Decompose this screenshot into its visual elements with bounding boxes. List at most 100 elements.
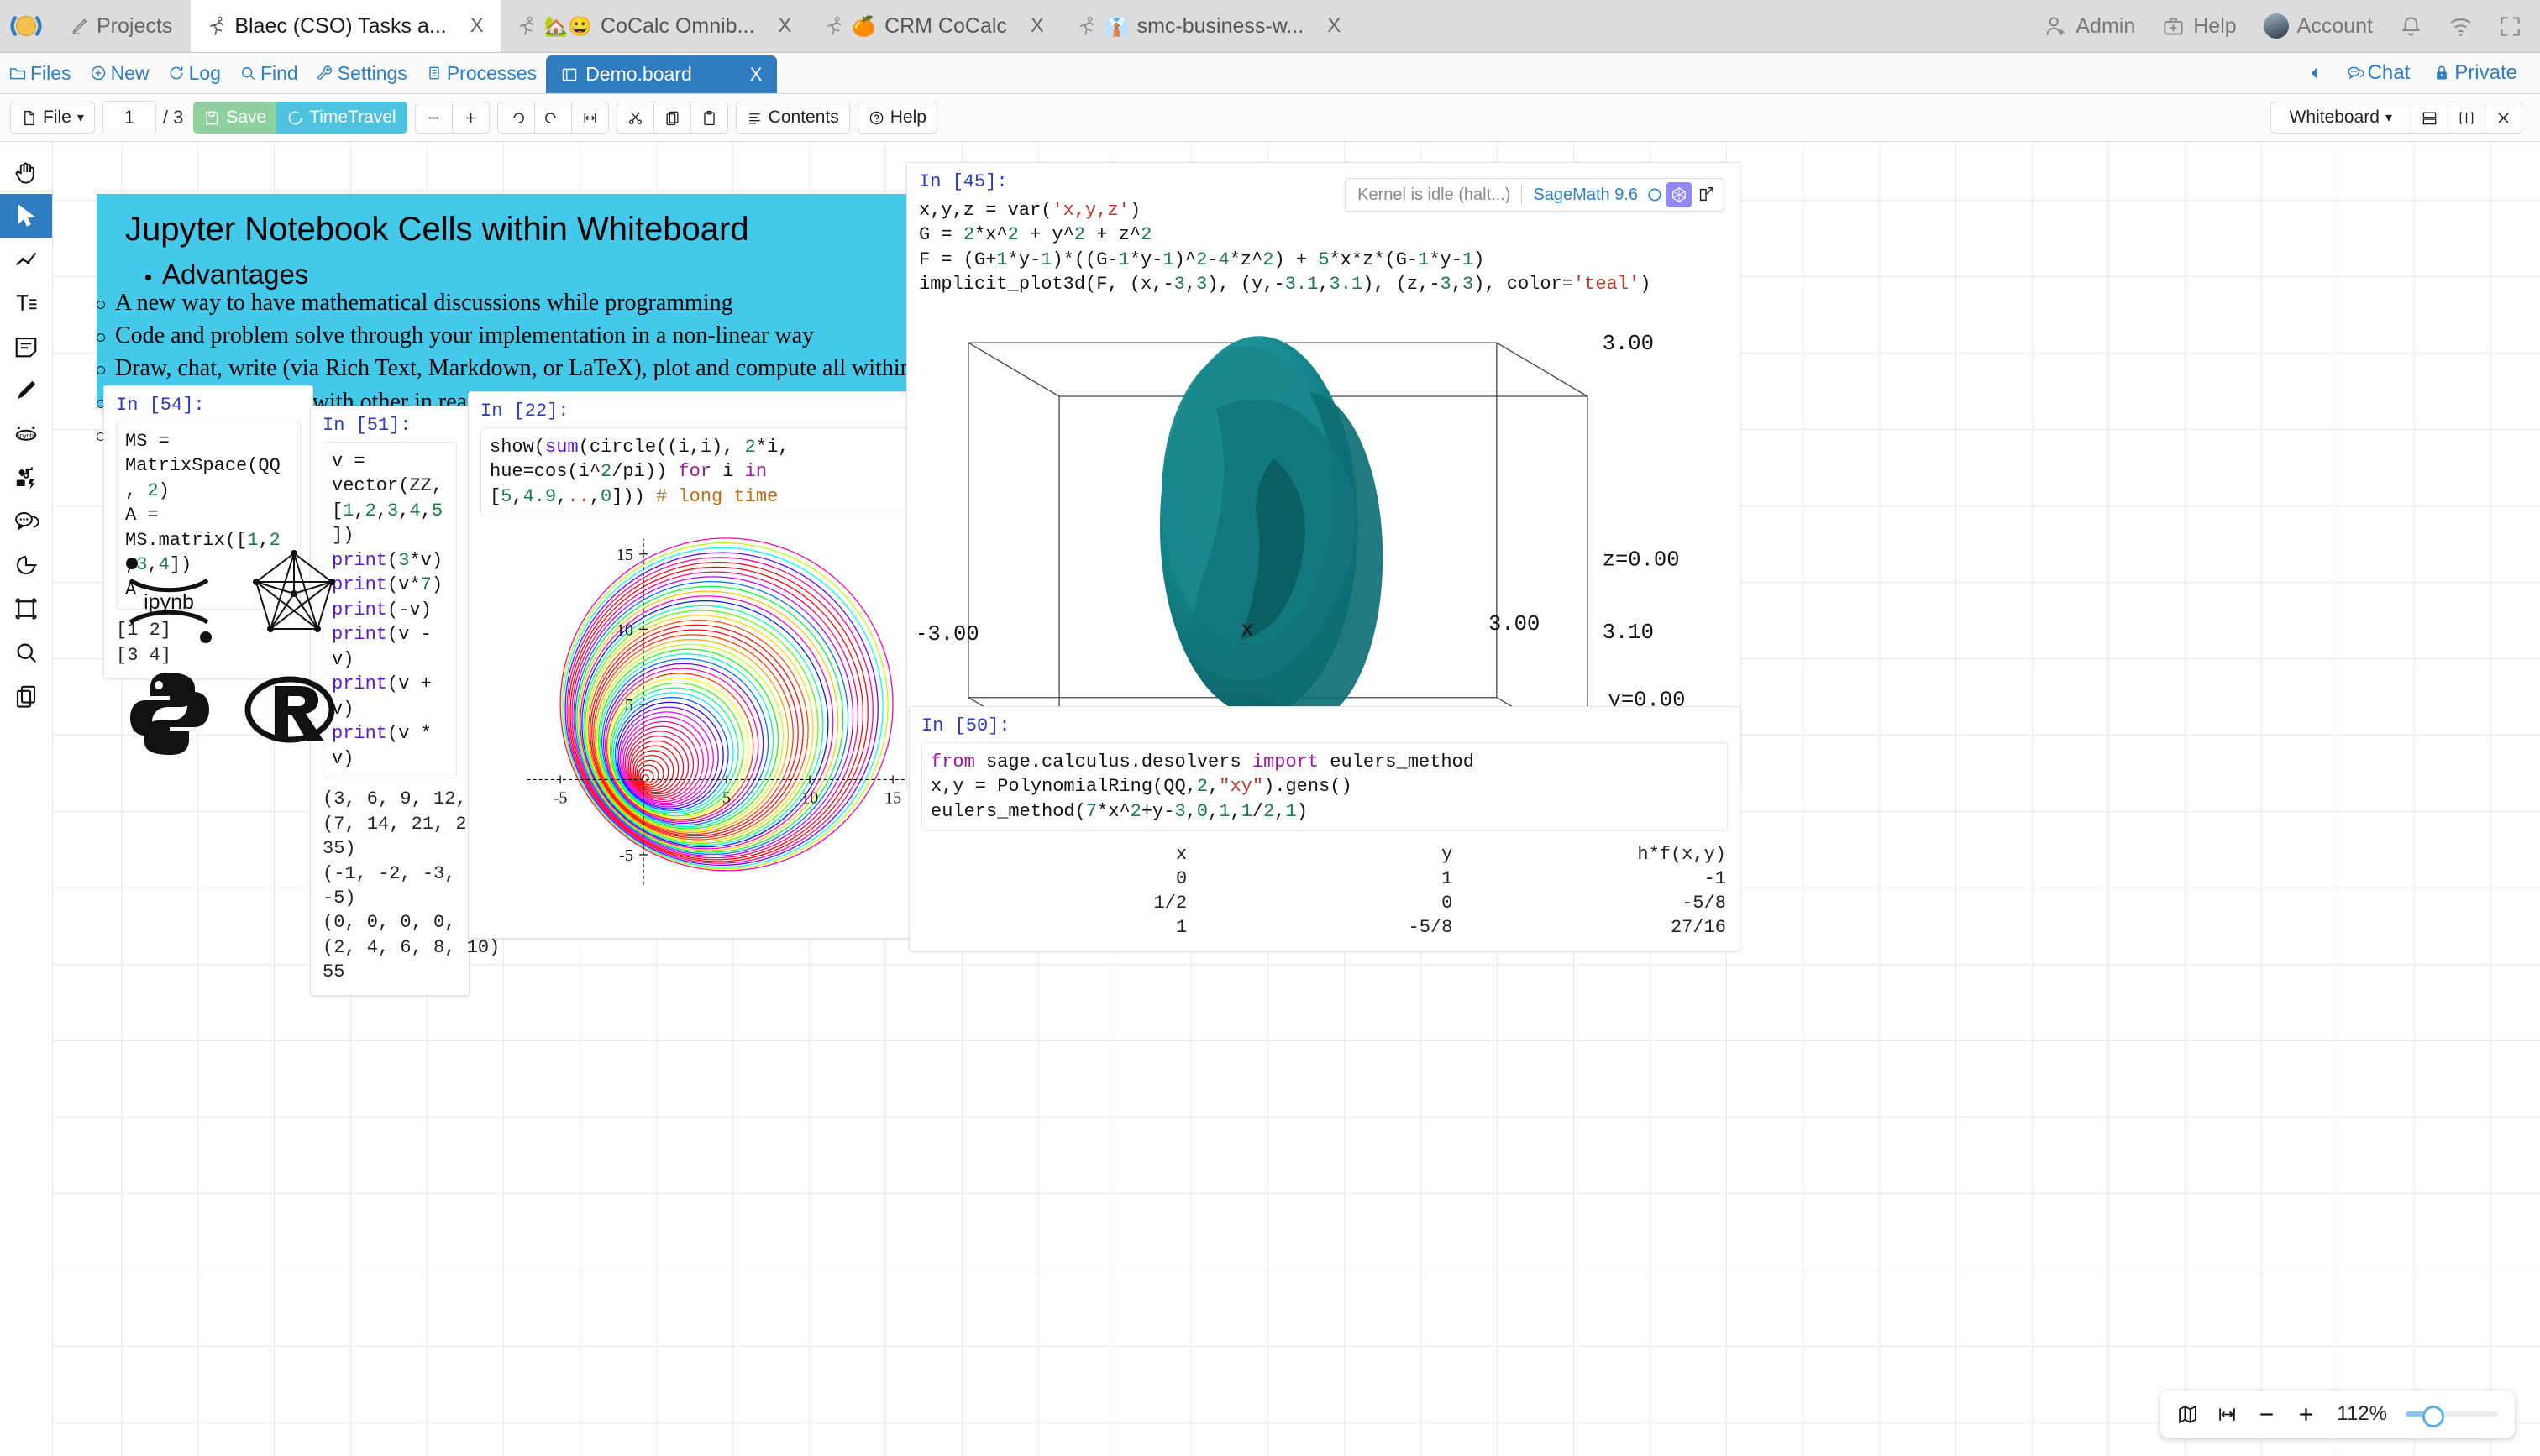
tool-cursor-icon[interactable] [0, 194, 52, 238]
cocalc-logo-icon[interactable] [0, 0, 52, 52]
map-button[interactable] [2177, 1404, 2198, 1425]
close-icon[interactable]: X [1327, 14, 1341, 38]
projects-button[interactable]: Projects [52, 0, 191, 52]
help-button-toolbar[interactable]: Help [858, 102, 937, 134]
project-item-files[interactable]: Files [0, 53, 81, 93]
fit-width-button[interactable] [571, 102, 609, 134]
contents-icon [747, 110, 763, 126]
jupyter-cell-50[interactable]: In [50]: from sage.calculus.desolvers im… [909, 706, 1740, 951]
page-number-input[interactable]: 1 [102, 101, 156, 134]
tool-hand-icon[interactable] [0, 150, 52, 194]
graph-logo[interactable] [244, 548, 344, 645]
svg-text:15: 15 [884, 789, 901, 808]
tool-timer-icon[interactable] [0, 543, 52, 587]
tool-note-icon[interactable] [0, 325, 52, 369]
zoom-in-button-canvas[interactable] [2296, 1404, 2317, 1425]
paste-button[interactable] [690, 102, 728, 134]
jupyter-cell-22[interactable]: In [22]: show(sum(circle((i,i), 2*i, hue… [468, 391, 934, 939]
whiteboard-canvas[interactable]: Jupyter Notebook Cells within Whiteboard… [53, 142, 2540, 1456]
scissors-icon [627, 110, 643, 126]
timetravel-button[interactable]: TimeTravel [276, 102, 407, 134]
project-item-settings[interactable]: Settings [307, 53, 417, 93]
sage-icon[interactable] [1666, 182, 1692, 207]
tool-frame-icon[interactable] [0, 587, 52, 631]
tool-pen-path-icon[interactable] [0, 238, 52, 281]
tool-duplicate-icon[interactable] [0, 674, 52, 718]
python-logo[interactable] [125, 669, 214, 762]
project-item-new[interactable]: New [81, 53, 159, 93]
fit-to-width-button[interactable] [2217, 1404, 2238, 1425]
zoom-slider-knob[interactable] [2422, 1406, 2444, 1427]
save-button[interactable]: Save [193, 102, 277, 134]
kernel-divider [1521, 185, 1522, 205]
topbar-tab-2[interactable]: 🍊 CRM CoCalc X [808, 0, 1061, 52]
project-item-find[interactable]: Find [230, 53, 307, 93]
file-menu-button[interactable]: File ▾ [10, 102, 95, 134]
whiteboard-tool-rail: ipynb [0, 142, 53, 1456]
external-link-icon[interactable] [1695, 184, 1717, 206]
logo-stickers: ipynb [118, 545, 404, 788]
tool-ipynb-icon[interactable]: ipynb [0, 412, 52, 456]
close-icon[interactable]: X [470, 14, 484, 38]
jupyter-cell-45[interactable]: In [45]: x,y,z = var('x,y,z') G = 2*x^2 … [906, 162, 1740, 787]
tool-pencil-icon[interactable] [0, 369, 52, 412]
redo-button[interactable] [534, 102, 572, 134]
svg-text:10: 10 [801, 789, 818, 808]
close-icon[interactable]: X [1031, 14, 1044, 38]
close-icon[interactable]: X [750, 64, 763, 86]
copy-button[interactable] [653, 102, 691, 134]
zoom-in-button[interactable] [452, 102, 490, 134]
chat-button[interactable]: Chat [2338, 61, 2420, 85]
kernel-name-label[interactable]: SageMath 9.6 [1525, 186, 1646, 205]
fit-width-icon [2217, 1404, 2238, 1425]
frame-icon [13, 596, 39, 621]
help-button[interactable]: Help [2149, 0, 2249, 52]
table-header-row: x y h*f(x,y) [923, 843, 1726, 866]
notifications-button[interactable] [2386, 0, 2436, 52]
tool-media-icon[interactable] [0, 456, 52, 500]
close-icon[interactable]: X [778, 14, 791, 38]
cell-hf: 27/16 [1454, 916, 1726, 939]
account-button[interactable]: Account [2250, 0, 2386, 52]
zoom-out-button-canvas[interactable] [2256, 1404, 2277, 1425]
caret-left-icon [2306, 65, 2323, 81]
topbar-tab-3[interactable]: 👔 smc-business-w... X [1061, 0, 1357, 52]
project-item-log[interactable]: Log [159, 53, 230, 93]
wifi-icon [2449, 15, 2472, 38]
close-frame-button[interactable] [2485, 102, 2522, 134]
col-header-y: y [1189, 843, 1452, 866]
kernel-status-label[interactable]: Kernel is idle (halt...) [1349, 186, 1519, 205]
implicit-plot3d[interactable]: 3.00 z=0.00 3.10 y=0.00 -3.10 -3.00 -3.0… [919, 306, 1728, 776]
timer-icon [13, 553, 39, 578]
split-vertical-button[interactable] [2448, 102, 2485, 134]
contents-button[interactable]: Contents [736, 102, 850, 134]
svg-text:-5: -5 [554, 789, 568, 808]
cell-source[interactable]: show(sum(circle((i,i), 2*i, hue=cos(i^2/… [480, 427, 921, 516]
split-horizontal-button[interactable] [2411, 102, 2448, 134]
zoom-slider[interactable] [2406, 1411, 2498, 1417]
tool-text-icon[interactable] [0, 281, 52, 325]
tool-chat-icon[interactable] [0, 500, 52, 543]
cell-source[interactable]: from sage.calculus.desolvers import eule… [921, 742, 1728, 831]
cell-y: 0 [1189, 892, 1452, 914]
collapse-button[interactable] [2297, 65, 2333, 81]
tool-search-icon[interactable] [0, 631, 52, 674]
topbar-tab-0[interactable]: Blaec (CSO) Tasks a... X [191, 0, 500, 52]
private-button[interactable]: Private [2424, 61, 2527, 85]
ipynb-logo[interactable]: ipynb [118, 545, 219, 650]
topbar-tab-1[interactable]: 🏡😀 CoCalc Omnib... X [501, 0, 809, 52]
open-file-tab-demo-board[interactable]: Demo.board X [546, 55, 777, 93]
fullscreen-button[interactable] [2485, 0, 2540, 52]
undo-button[interactable] [497, 102, 535, 134]
r-logo[interactable] [244, 671, 342, 759]
wrench-icon [317, 65, 333, 81]
zoom-out-button[interactable] [415, 102, 453, 134]
undo-redo-group [497, 102, 609, 134]
connection-status[interactable] [2436, 0, 2485, 52]
bell-icon [2400, 15, 2422, 38]
admin-button[interactable]: Admin [2031, 0, 2149, 52]
project-item-processes[interactable]: Processes [417, 53, 546, 93]
frame-mode-select[interactable]: Whiteboard ▾ [2270, 102, 2411, 134]
cut-button[interactable] [617, 102, 654, 134]
circles-plot: -551015-551015 [480, 525, 921, 928]
